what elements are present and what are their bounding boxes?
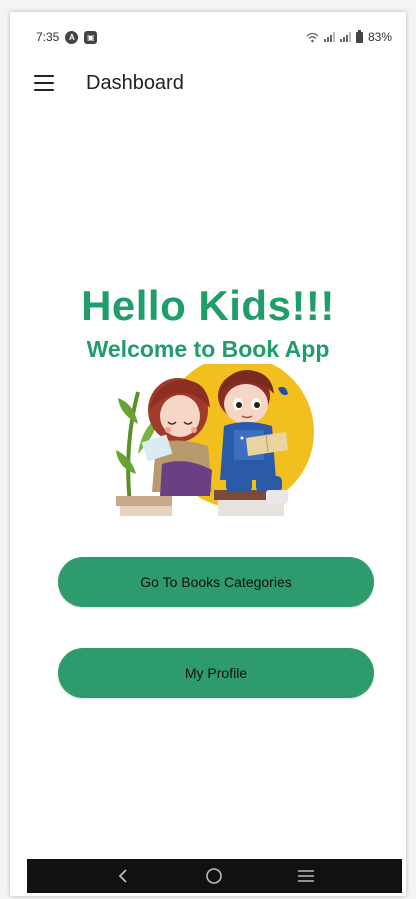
status-left: 7:35 A ▣ xyxy=(36,30,98,44)
home-circle-icon[interactable] xyxy=(199,861,229,891)
app-screen: 7:35 A ▣ 83% Dashboard Hello Kids!!! Wel… xyxy=(10,12,406,896)
my-profile-button[interactable]: My Profile xyxy=(58,648,374,698)
welcome-subheading: Welcome to Book App xyxy=(86,336,330,362)
battery-icon xyxy=(355,29,363,43)
signal-icon-2 xyxy=(339,32,351,42)
device-frame: 7:35 A ▣ 83% Dashboard Hello Kids!!! Wel… xyxy=(0,0,416,899)
status-time: 7:35 xyxy=(36,30,60,44)
back-chevron-icon[interactable] xyxy=(108,861,138,891)
battery-percent: 83% xyxy=(367,30,392,44)
notification-app-icon: A xyxy=(65,30,79,44)
kids-reading-illustration xyxy=(116,364,318,516)
system-nav-bar xyxy=(27,859,402,893)
status-right: 83% xyxy=(306,29,392,44)
page-title: Dashboard xyxy=(86,71,184,94)
go-to-books-categories-button[interactable]: Go To Books Categories xyxy=(58,557,374,607)
status-bar: 7:35 A ▣ 83% xyxy=(10,12,406,62)
notification-message-icon: ▣ xyxy=(84,30,98,44)
greeting-heading: Hello Kids!!! xyxy=(81,282,335,329)
hamburger-menu-icon[interactable] xyxy=(34,75,54,91)
wifi-icon xyxy=(306,32,319,42)
app-bar: Dashboard xyxy=(10,62,406,104)
recents-lines-icon[interactable] xyxy=(291,861,321,891)
signal-icon-1 xyxy=(323,32,335,42)
